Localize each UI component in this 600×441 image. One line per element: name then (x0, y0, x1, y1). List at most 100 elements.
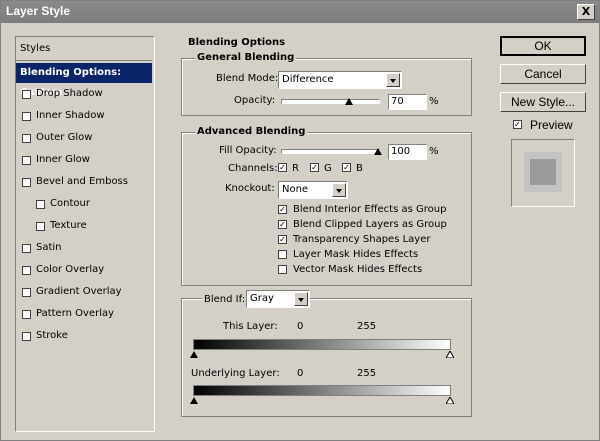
sidebar-item-inner-glow[interactable]: Inner Glow (16, 150, 152, 170)
sidebar-item-label: Texture (50, 220, 87, 231)
preview-label: Preview (530, 118, 573, 132)
fill-opacity-label: Fill Opacity: (219, 145, 277, 156)
option-label: Vector Mask Hides Effects (293, 264, 423, 275)
opacity-label: Opacity: (234, 95, 276, 106)
styles-header-label: Styles (20, 43, 51, 54)
option-label: Transparency Shapes Layer (293, 234, 431, 245)
sidebar-item-gradient-overlay[interactable]: Gradient Overlay (16, 282, 152, 302)
sidebar-checkbox[interactable] (22, 90, 31, 99)
opacity-input[interactable]: 70 (388, 94, 427, 110)
fill-opacity-slider-thumb[interactable] (374, 148, 382, 155)
knockout-select[interactable]: None (278, 181, 348, 199)
chevron-down-icon (332, 183, 346, 197)
sidebar-item-label: Pattern Overlay (36, 308, 115, 319)
ok-button[interactable]: OK (500, 36, 586, 56)
cancel-button[interactable]: Cancel (500, 64, 586, 84)
sidebar-checkbox[interactable] (22, 310, 31, 319)
option-label: Layer Mask Hides Effects (293, 249, 419, 260)
new-style-button[interactable]: New Style... (500, 92, 586, 112)
sidebar-item-blending-options[interactable]: Blending Options: Custom (16, 63, 152, 98)
styles-header[interactable]: Styles (16, 39, 152, 59)
sidebar-item-outer-glow[interactable]: Outer Glow (16, 128, 152, 148)
sidebar-item-drop-shadow[interactable]: Drop Shadow (16, 84, 152, 104)
blending-options-title: Blending Options (188, 37, 286, 48)
blend-if-group (181, 298, 472, 417)
this-layer-white-handle[interactable] (446, 351, 454, 358)
option-checkbox-4[interactable] (278, 265, 287, 274)
sidebar-item-label: Inner Glow (36, 154, 90, 165)
close-icon: X (581, 5, 591, 18)
opacity-percent: % (429, 96, 439, 107)
option-checkbox-0[interactable]: ✓ (278, 205, 287, 214)
layer-style-dialog: Layer Style X Styles Blending Options: C… (0, 0, 600, 441)
sidebar-item-label: Color Overlay (36, 264, 105, 275)
sidebar-checkbox[interactable] (36, 200, 45, 209)
underlying-layer-max: 255 (357, 368, 377, 379)
sidebar-checkbox[interactable] (22, 332, 31, 341)
sidebar-checkbox[interactable] (22, 134, 31, 143)
general-blending-title: General Blending (195, 52, 297, 63)
sidebar-divider (16, 60, 152, 61)
title-bar: Layer Style X (1, 1, 599, 23)
option-label: Blend Clipped Layers as Group (293, 219, 447, 230)
sidebar-checkbox[interactable] (22, 288, 31, 297)
sidebar-item-stroke[interactable]: Stroke (16, 326, 152, 346)
fill-opacity-value: 100 (391, 146, 411, 157)
preview-checkbox[interactable]: ✓ (513, 120, 522, 129)
styles-list: Styles Blending Options: Custom Drop Sha… (15, 36, 155, 432)
channel-b-checkbox[interactable]: ✓ (342, 163, 351, 172)
sidebar-item-label: Outer Glow (36, 132, 93, 143)
sidebar-checkbox[interactable] (22, 266, 31, 275)
sidebar-item-color-overlay[interactable]: Color Overlay (16, 260, 152, 280)
sidebar-checkbox[interactable] (22, 156, 31, 165)
this-layer-black-handle[interactable] (190, 351, 198, 358)
channels-label: Channels: (228, 163, 278, 174)
close-button[interactable]: X (577, 4, 595, 20)
sidebar-item-label: Gradient Overlay (36, 286, 122, 297)
knockout-value: None (282, 184, 309, 195)
sidebar-checkbox[interactable] (22, 178, 31, 187)
underlying-layer-black-handle[interactable] (190, 397, 198, 404)
preview-swatch-inner (530, 159, 556, 185)
option-label: Blend Interior Effects as Group (293, 204, 447, 215)
sidebar-item-label: Inner Shadow (36, 110, 105, 121)
underlying-layer-white-handle[interactable] (446, 397, 454, 404)
sidebar-item-inner-shadow[interactable]: Inner Shadow (16, 106, 152, 126)
blend-mode-select[interactable]: Difference (278, 71, 402, 89)
sidebar-checkbox[interactable] (36, 222, 45, 231)
blend-if-value: Gray (250, 293, 274, 304)
channel-g-label: G (324, 163, 332, 174)
sidebar-checkbox[interactable] (22, 112, 31, 121)
opacity-slider-thumb[interactable] (344, 98, 353, 105)
sidebar-item-pattern-overlay[interactable]: Pattern Overlay (16, 304, 152, 324)
opacity-value: 70 (391, 96, 404, 107)
style-preview (511, 139, 575, 207)
channel-b-label: B (356, 163, 363, 174)
blend-if-label: Blend If: (202, 294, 248, 305)
this-layer-label: This Layer: (223, 321, 278, 332)
preview-swatch-outer (524, 152, 562, 192)
blend-mode-label: Blend Mode: (216, 73, 279, 84)
fill-opacity-slider-track[interactable] (281, 149, 380, 154)
channel-g-checkbox[interactable]: ✓ (310, 163, 319, 172)
option-checkbox-2[interactable]: ✓ (278, 235, 287, 244)
window-title: Layer Style (6, 4, 71, 18)
fill-opacity-input[interactable]: 100 (388, 144, 427, 160)
this-layer-gradient[interactable] (193, 339, 451, 350)
blend-if-select[interactable]: Gray (246, 290, 310, 308)
underlying-layer-gradient[interactable] (193, 385, 451, 396)
opacity-slider-track[interactable] (281, 99, 380, 104)
option-checkbox-3[interactable] (278, 250, 287, 259)
sidebar-item-satin[interactable]: Satin (16, 238, 152, 258)
this-layer-min: 0 (297, 321, 304, 332)
advanced-blending-title: Advanced Blending (195, 126, 308, 137)
sidebar-item-bevel-and-emboss[interactable]: Bevel and Emboss (16, 172, 152, 192)
sidebar-checkbox[interactable] (22, 244, 31, 253)
channel-r-checkbox[interactable]: ✓ (278, 163, 287, 172)
chevron-down-icon (294, 292, 308, 306)
sidebar-item-label: Drop Shadow (36, 88, 103, 99)
sidebar-item-contour[interactable]: Contour (16, 194, 152, 214)
sidebar-item-texture[interactable]: Texture (16, 216, 152, 236)
option-checkbox-1[interactable]: ✓ (278, 220, 287, 229)
fill-opacity-percent: % (429, 146, 439, 157)
